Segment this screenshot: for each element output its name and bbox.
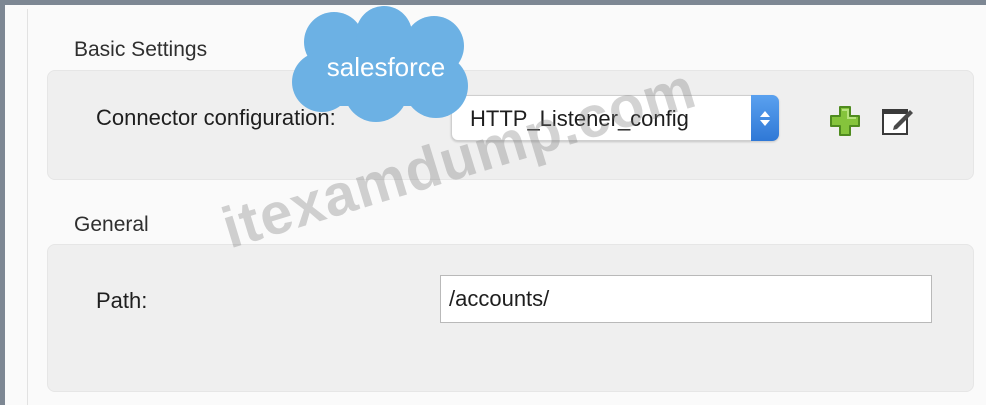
salesforce-logo: salesforce <box>286 6 486 124</box>
plus-icon[interactable] <box>828 104 862 138</box>
salesforce-logo-text: salesforce <box>326 52 446 82</box>
edit-icon[interactable] <box>880 104 916 140</box>
path-input[interactable] <box>440 275 932 323</box>
select-stepper-icon[interactable] <box>751 95 779 141</box>
basic-settings-title: Basic Settings <box>74 38 208 61</box>
general-title: General <box>74 213 149 236</box>
path-label: Path: <box>96 288 148 313</box>
